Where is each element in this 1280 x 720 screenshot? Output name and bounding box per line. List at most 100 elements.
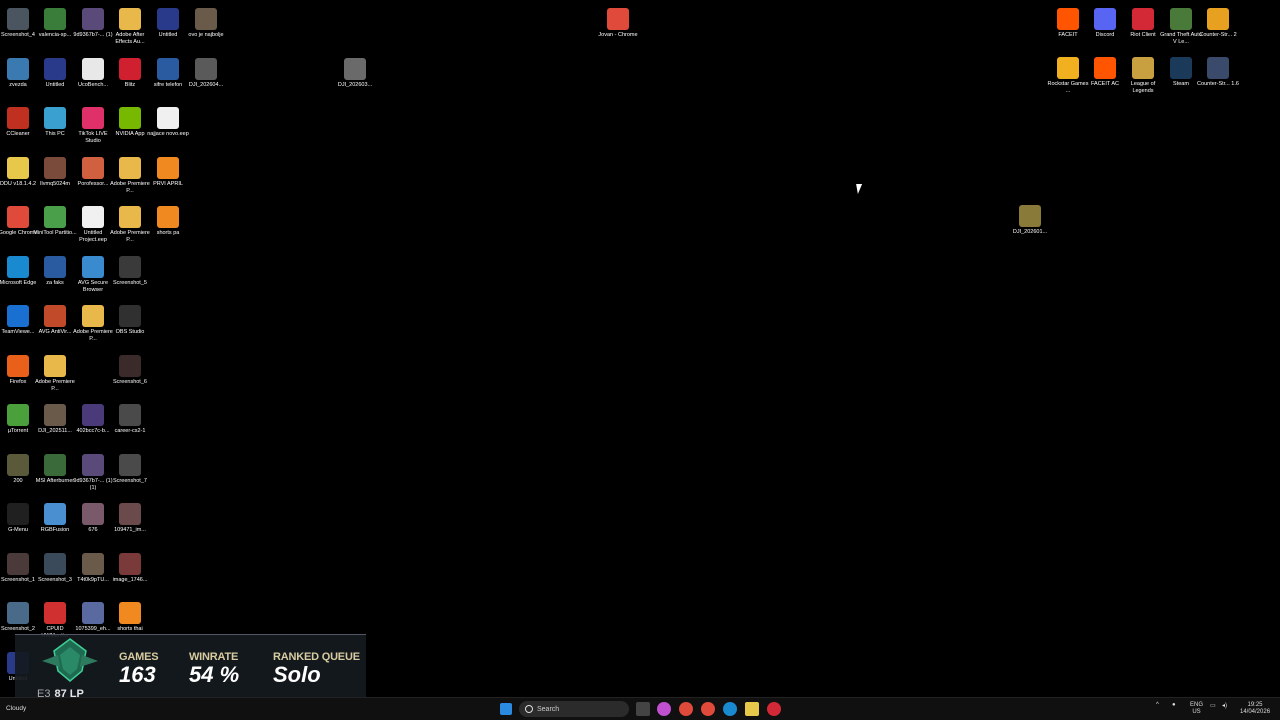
desktop-icon[interactable]: shorts pa	[148, 206, 188, 237]
desktop-icon[interactable]: Adobe Premiere P...	[110, 156, 150, 195]
desktop-icon[interactable]: Adobe Premiere P...	[110, 206, 150, 244]
desktop-icon[interactable]: valencia-sp...	[35, 8, 75, 39]
desktop-icon[interactable]: career-cs2-1	[110, 404, 150, 435]
desktop-icon[interactable]: DJI_202603...	[335, 58, 375, 89]
desktop-icon[interactable]: najjace novo.eep	[147, 107, 189, 138]
desktop-icon-image	[1207, 8, 1229, 30]
desktop-icon-image	[44, 503, 66, 525]
chrome-profile-taskbar-icon[interactable]	[701, 702, 715, 716]
start-button-windows-icon[interactable]	[500, 703, 512, 715]
desktop-icon[interactable]: T4t0k9pTU...	[73, 552, 113, 584]
stat-games: GAMES 163	[119, 651, 159, 686]
desktop-icon[interactable]: 1075399_eh...	[73, 602, 113, 633]
desktop-icon[interactable]: Grand Theft Auto V Le...	[1160, 8, 1202, 46]
desktop-icon[interactable]: Blitz	[110, 57, 150, 89]
desktop-icon[interactable]: 9d9367b7-... (1)	[73, 8, 113, 39]
desktop-icon[interactable]: Porofessor...	[73, 156, 113, 188]
microphone-icon[interactable]: ●	[1172, 702, 1176, 708]
clock[interactable]: 19:25 14/04/2026	[1240, 702, 1270, 716]
desktop-icon-image	[1132, 57, 1154, 79]
desktop-icon[interactable]: Screenshot_7	[110, 453, 150, 485]
desktop-icon[interactable]: MSI Afterburner	[35, 453, 75, 485]
desktop-icon[interactable]: FACEIT	[1048, 8, 1088, 39]
desktop-icon[interactable]: AVG AntiVir...	[35, 305, 75, 336]
desktop-icon[interactable]: Untitled	[35, 57, 75, 89]
desktop-icon[interactable]: 9d9367b7-... (1) (1)	[73, 453, 113, 492]
desktop-icon[interactable]: Adobe Premiere P...	[73, 305, 113, 343]
desktop-icon-label: Screenshot_5	[113, 279, 147, 286]
desktop-icon-image	[44, 602, 66, 624]
desktop-icon-label: Adobe Premiere P...	[35, 378, 75, 392]
desktop-icon[interactable]: MiniTool Partitio...	[33, 206, 77, 237]
search-box[interactable]: Search	[519, 701, 629, 717]
language-indicator[interactable]: ENG US	[1190, 702, 1203, 716]
desktop-icon[interactable]: Ilvmq5024m	[35, 156, 75, 188]
desktop-icon[interactable]: sifre telefon	[148, 57, 188, 89]
riot-client-taskbar-icon[interactable]	[767, 702, 781, 716]
desktop-icon-image	[157, 57, 179, 80]
desktop-icon[interactable]: RGBFusion	[35, 503, 75, 534]
desktop-icon-image	[119, 305, 141, 327]
desktop-icon[interactable]: Untitled Project.eep	[73, 206, 113, 244]
desktop-icon[interactable]: Screenshot_5	[110, 255, 150, 287]
edge-taskbar-icon[interactable]	[723, 702, 737, 716]
desktop-icon-image	[157, 107, 179, 129]
desktop-icon-image	[7, 503, 29, 525]
desktop-icon[interactable]: FACEIT AC	[1085, 57, 1125, 88]
desktop-icon-image	[157, 206, 179, 228]
weather-widget[interactable]: Cloudy	[6, 705, 26, 712]
emerald-rank-emblem-icon	[42, 638, 98, 682]
desktop-icon[interactable]: PRVI APRIL	[148, 156, 188, 188]
desktop-icon[interactable]: Counter-Str... 1.6	[1197, 57, 1239, 88]
desktop-icon-image	[119, 255, 141, 278]
desktop-icon-image	[607, 8, 629, 30]
desktop-icon[interactable]: image_1746...	[110, 552, 150, 584]
time-label: 19:25	[1247, 702, 1263, 708]
copilot-icon[interactable]	[657, 702, 671, 716]
file-explorer-icon[interactable]	[745, 702, 759, 716]
desktop-icon[interactable]: Rockstar Games ...	[1048, 57, 1088, 95]
desktop-icon[interactable]: NVIDIA App	[110, 107, 150, 138]
desktop-icon[interactable]: This PC	[35, 107, 75, 138]
desktop-icon[interactable]: 109471_im...	[110, 503, 150, 534]
desktop-icon[interactable]: Steam	[1161, 57, 1201, 88]
desktop-icon[interactable]: Adobe After Effects Au...	[110, 8, 150, 46]
search-placeholder: Search	[537, 705, 560, 713]
desktop-icon-label: shorts thai	[117, 626, 143, 632]
desktop-icon[interactable]: za faks	[35, 255, 75, 287]
desktop-icon[interactable]: Screenshot_3	[35, 552, 75, 584]
desktop-icon-image	[1132, 8, 1154, 30]
desktop-icon[interactable]: UcoBench...	[73, 57, 113, 89]
desktop-icon-image	[7, 305, 29, 327]
desktop-icon-image	[44, 404, 66, 426]
desktop-icon[interactable]: Adobe Premiere P...	[35, 354, 75, 393]
desktop-icon[interactable]: DJI_202601...	[1010, 205, 1050, 236]
chrome-taskbar-icon[interactable]	[679, 702, 693, 716]
desktop-icon[interactable]: DJI_202511...	[35, 404, 75, 435]
desktop-icon[interactable]: League of Legends	[1123, 57, 1163, 95]
desktop-icon[interactable]: Discord	[1085, 8, 1125, 39]
desktop-icon[interactable]: OBS Studio	[110, 305, 150, 336]
desktop-icon-label: Screenshot_7	[113, 477, 147, 484]
network-icon[interactable]: ▭	[1210, 702, 1216, 709]
desktop-icon[interactable]: TikTok LIVE Studio	[73, 107, 113, 145]
desktop-icon[interactable]: 676	[73, 503, 113, 534]
desktop-icon[interactable]: Riot Client	[1123, 8, 1163, 39]
desktop-icon[interactable]: shorts thai	[110, 602, 150, 633]
volume-icon[interactable]: ◂)	[1222, 702, 1227, 709]
desktop-icon[interactable]: AVG Secure Browser	[73, 255, 113, 294]
chevron-up-icon[interactable]: ^	[1156, 702, 1159, 708]
desktop-icon[interactable]: DJI_202604...	[186, 57, 226, 89]
stat-value: Solo	[273, 662, 321, 687]
desktop-icon[interactable]: 402bcc7c-b...	[73, 404, 113, 435]
desktop-icon-image	[119, 404, 141, 426]
desktop-icon[interactable]: Screenshot_6	[110, 354, 150, 386]
desktop-icon[interactable]: ovo je najbolje	[186, 8, 226, 39]
desktop-icon[interactable]: Untitled	[148, 8, 188, 39]
desktop-icon-image	[7, 552, 29, 575]
desktop-icon[interactable]: Counter-Str... 2	[1198, 8, 1238, 39]
desktop-icon-image	[1170, 8, 1192, 30]
task-view-icon[interactable]	[636, 702, 650, 716]
desktop-icon[interactable]: Jovan - Chrome	[598, 8, 638, 39]
desktop-icon-image	[1094, 57, 1116, 79]
